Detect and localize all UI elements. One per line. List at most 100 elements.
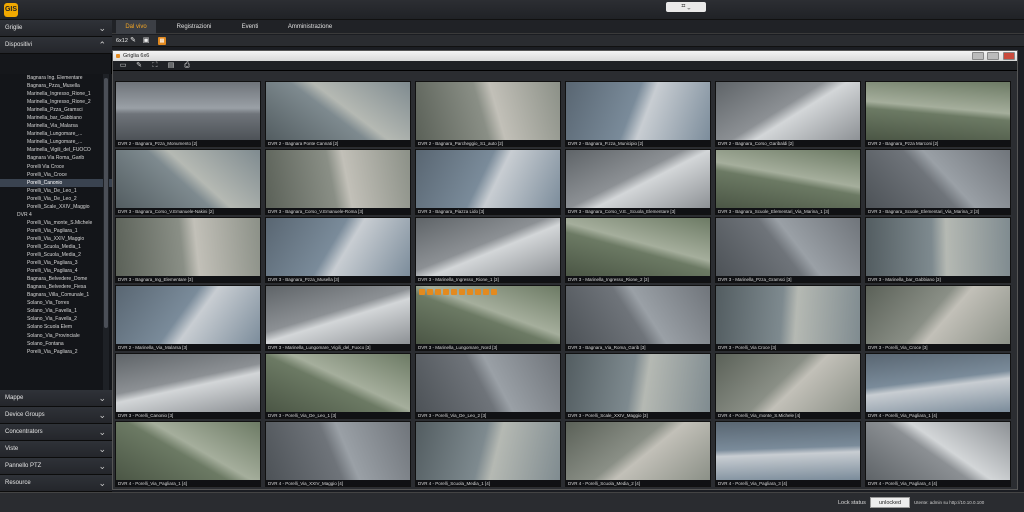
monitor-icon[interactable]: ▭ — [119, 62, 127, 70]
camera-control-icon[interactable] — [443, 289, 449, 295]
edit-icon[interactable]: ✎ — [129, 37, 137, 45]
camera-feed[interactable] — [116, 218, 260, 276]
camera-feed[interactable] — [266, 286, 410, 344]
camera-tile[interactable]: DVR 3 - Bagnara_Corso_V.Emanuele-Nakini … — [115, 149, 261, 215]
tree-item-camera[interactable]: Solano_Via_Favella_2 — [0, 315, 112, 323]
tree-item-camera[interactable]: Bagnara_Villa_Comunale_1 — [0, 291, 112, 299]
camera-tile[interactable]: DVR 4 - Porelli_Via_Pagliara_1 [4] — [115, 421, 261, 487]
camera-tile[interactable]: DVR 2 - Bagnara_Parcheggio_S1_auto [2] — [415, 81, 561, 147]
edit-icon[interactable]: ✎ — [135, 62, 143, 70]
camera-tile[interactable]: DVR 3 - Porelli_Via_Croce [3] — [865, 285, 1011, 351]
tree-group[interactable]: DVR 4 — [0, 211, 112, 219]
sidebar-section-viste[interactable]: Viste ⌄ — [0, 441, 112, 458]
sidebar-section-device-groups[interactable]: Device Groups ⌄ — [0, 407, 112, 424]
tree-item-camera[interactable]: Porelli_Via_Pagliara_3 — [0, 259, 112, 267]
camera-tile[interactable]: DVR 3 - Marinella_Lungomare_Nord [3] — [415, 285, 561, 351]
tree-item-camera[interactable]: Marinella_Vigili_del_FUOCO — [0, 146, 112, 154]
camera-control-icon[interactable] — [475, 289, 481, 295]
grid-window-titlebar[interactable]: Griglia 6x6 — [113, 51, 1017, 61]
camera-tile[interactable]: DVR 2 - Bagnara_Corso_Garibaldi [2] — [715, 81, 861, 147]
camera-tile[interactable]: DVR 3 - Bagnara_Pzza_Musella [3] — [265, 217, 411, 283]
camera-feed[interactable] — [866, 286, 1010, 344]
camera-feed[interactable] — [416, 354, 560, 412]
camera-tile[interactable]: DVR 3 - Porelli_Canonio [3] — [115, 353, 261, 419]
camera-tile[interactable]: DVR 4 - Porelli_Via_Pagliara_4 [4] — [865, 421, 1011, 487]
camera-tile[interactable]: DVR 2 - Marinella_Via_Malarsa [3] — [115, 285, 261, 351]
camera-feed[interactable] — [116, 286, 260, 344]
tree-item-camera[interactable]: Solano_Via_Favella_1 — [0, 307, 112, 315]
camera-feed[interactable] — [716, 354, 860, 412]
camera-tile[interactable]: DVR 4 - Porelli_Via_Pagliara_3 [4] — [715, 421, 861, 487]
camera-feed[interactable] — [566, 422, 710, 480]
camera-controls[interactable] — [419, 289, 499, 295]
tree-item-camera[interactable]: Porelli_Via_Pagliara_4 — [0, 267, 112, 275]
tree-item-camera[interactable]: Bagnara Ing. Elementare — [0, 74, 112, 82]
tab-dal-vivo[interactable]: Dal vivo — [116, 20, 156, 34]
device-tree-scrollbar[interactable] — [103, 74, 109, 410]
camera-tile[interactable]: DVR 3 - Porelli_Scale_XXIV_Maggio [3] — [565, 353, 711, 419]
camera-feed[interactable] — [866, 82, 1010, 140]
camera-tile[interactable]: DVR 3 - Marinella_Ingresso_Rione_2 [3] — [565, 217, 711, 283]
tree-item-camera[interactable]: Marinella_Ingresso_Rione_1 — [0, 90, 112, 98]
camera-control-icon[interactable] — [459, 289, 465, 295]
camera-tile[interactable]: DVR 2 - Bagnara_Pzza_Monumento [2] — [115, 81, 261, 147]
window-control-button[interactable]: ⌗ ⌄ — [666, 2, 706, 12]
close-button[interactable] — [1003, 52, 1015, 60]
camera-tile[interactable]: DVR 3 - Bagnara_Piazza Lido [3] — [415, 149, 561, 215]
tree-item-camera[interactable]: Bagnara_Pzza_Musella — [0, 82, 112, 90]
lock-status-button[interactable]: unlocked — [870, 497, 910, 508]
sidebar-section-resource[interactable]: Resource ⌄ — [0, 475, 112, 492]
camera-tile[interactable]: DVR 2 - Bagnara Ponte Cannati [2] — [265, 81, 411, 147]
camera-feed[interactable] — [266, 354, 410, 412]
sidebar-section-griglie[interactable]: Griglie ⌄ — [0, 20, 112, 37]
tree-item-camera[interactable]: Bagnara Via Roma_Garib — [0, 154, 112, 162]
camera-feed[interactable] — [116, 354, 260, 412]
camera-feed[interactable] — [716, 82, 860, 140]
camera-feed[interactable] — [716, 150, 860, 208]
fullscreen-icon[interactable]: ⛶ — [151, 62, 159, 70]
camera-tile[interactable]: DVR 3 - Porelli_Via_De_Leo_1 [3] — [265, 353, 411, 419]
tree-item-camera[interactable]: Porelli_Scuola_Media_2 — [0, 251, 112, 259]
tree-item-camera[interactable]: Solano_Via_Torres — [0, 299, 112, 307]
tree-item-camera[interactable]: Porelli_Canonio — [0, 178, 112, 187]
save-icon[interactable]: ▤ — [167, 62, 175, 70]
camera-feed[interactable] — [866, 422, 1010, 480]
tree-item-camera[interactable]: Bagnara_Belvedere_Fiesa — [0, 283, 112, 291]
tree-item-camera[interactable]: Solano_Via_Provinciale — [0, 332, 112, 340]
camera-feed[interactable] — [116, 150, 260, 208]
camera-feed[interactable] — [716, 286, 860, 344]
tree-item-camera[interactable]: Porelli_Via_De_Leo_1 — [0, 187, 112, 195]
camera-feed[interactable] — [866, 150, 1010, 208]
camera-feed[interactable] — [266, 150, 410, 208]
camera-tile[interactable]: DVR 3 - Marinella_bar_Gabbiano [3] — [865, 217, 1011, 283]
tree-item-camera[interactable]: Solano_Fontana — [0, 340, 112, 348]
camera-tile[interactable]: DVR 2 - Bagnara_Pzza Marconi [2] — [865, 81, 1011, 147]
camera-tile[interactable]: DVR 4 - Porelli_Scuola_Media_2 [4] — [565, 421, 711, 487]
camera-feed[interactable] — [266, 82, 410, 140]
camera-control-icon[interactable] — [419, 289, 425, 295]
tree-item-camera[interactable]: Porelli_Via_Croce — [0, 171, 112, 179]
tab-amministrazione[interactable]: Amministrazione — [282, 20, 338, 34]
camera-feed[interactable] — [866, 354, 1010, 412]
camera-feed[interactable] — [566, 218, 710, 276]
camera-tile[interactable]: DVR 3 - Marinella_Lungomare_Vigili_del_F… — [265, 285, 411, 351]
camera-tile[interactable]: DVR 3 - Bagnara_Scuole_Elementari_Via_Ma… — [715, 149, 861, 215]
camera-feed[interactable] — [266, 218, 410, 276]
camera-feed[interactable] — [566, 82, 710, 140]
tree-item-camera[interactable]: Marinella_Ingresso_Rione_2 — [0, 98, 112, 106]
camera-feed[interactable] — [416, 218, 560, 276]
camera-feed[interactable] — [866, 218, 1010, 276]
camera-control-icon[interactable] — [451, 289, 457, 295]
grid-icon[interactable]: ▦ — [158, 37, 166, 45]
camera-tile[interactable]: DVR 4 - Porelli_Scuola_Media_1 [4] — [415, 421, 561, 487]
camera-tile[interactable]: DVR 4 - Porelli_Via_XXIV_Maggio [4] — [265, 421, 411, 487]
sidebar-section-dispositivi[interactable]: Dispositivi ⌃ — [0, 37, 112, 54]
camera-control-icon[interactable] — [491, 289, 497, 295]
tree-item-camera[interactable]: Porelli_Via_De_Leo_2 — [0, 195, 112, 203]
camera-feed[interactable] — [716, 422, 860, 480]
camera-tile[interactable]: DVR 3 - Marinella_Ingresso_Rione_1 [3] — [415, 217, 561, 283]
camera-tile[interactable]: DVR 4 - Porelli_Via_Pagliara_1 [4] — [865, 353, 1011, 419]
camera-feed[interactable] — [416, 150, 560, 208]
camera-feed[interactable] — [416, 82, 560, 140]
camera-feed[interactable] — [266, 422, 410, 480]
